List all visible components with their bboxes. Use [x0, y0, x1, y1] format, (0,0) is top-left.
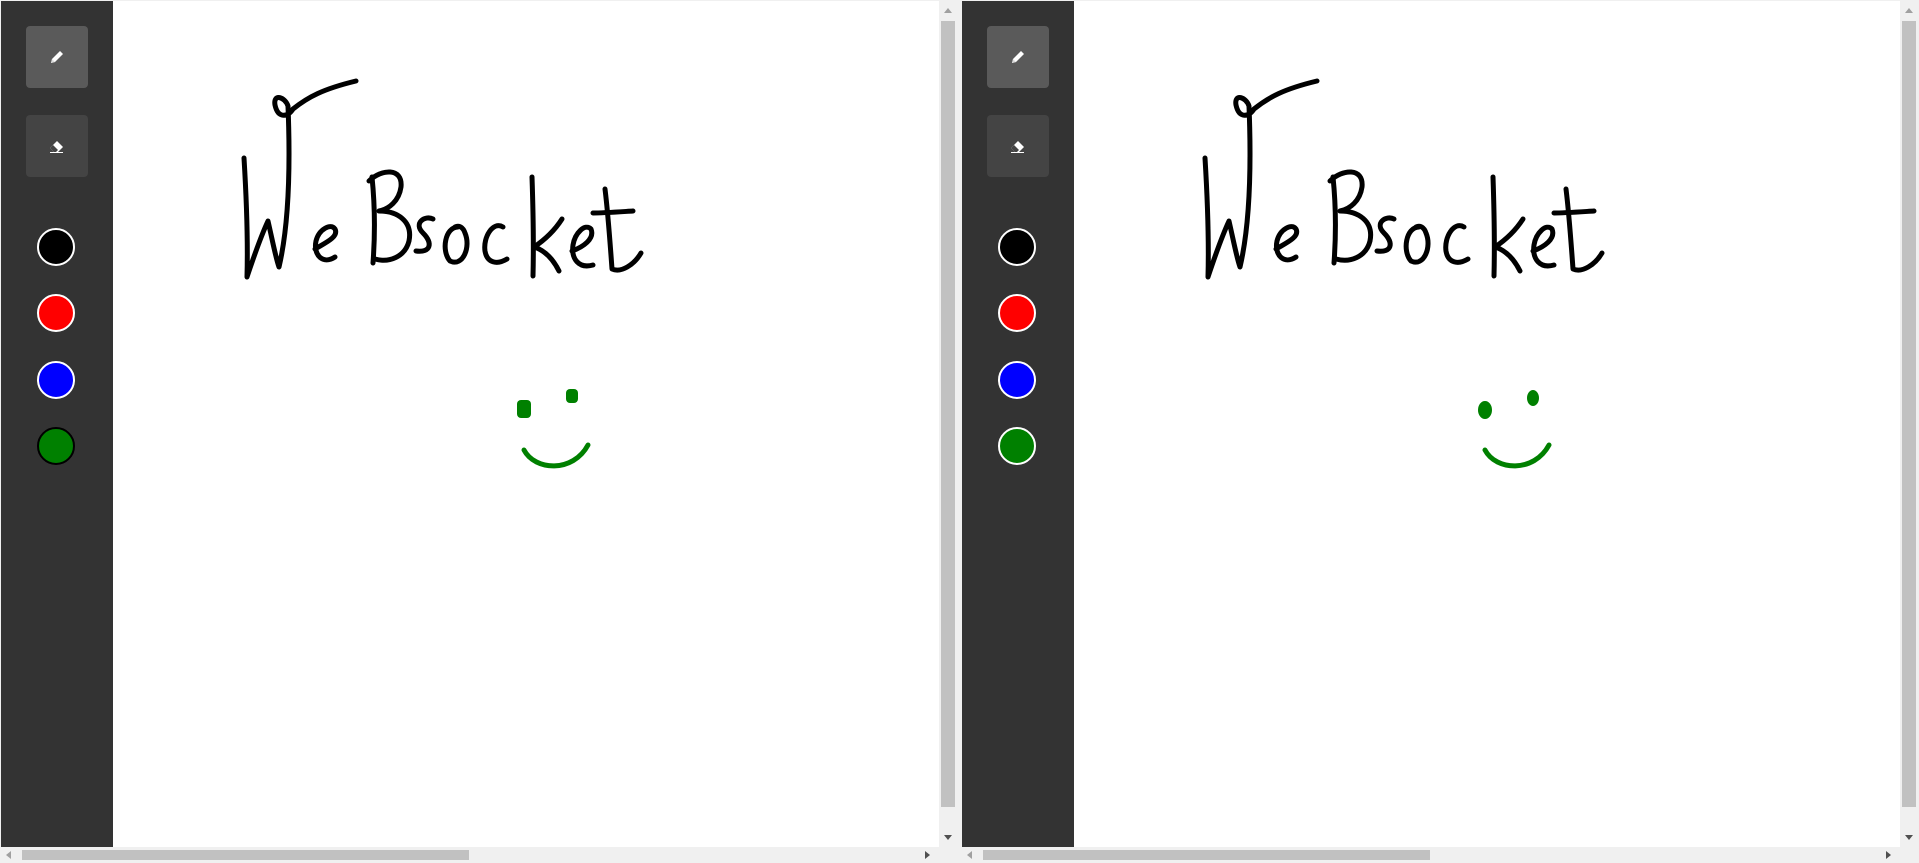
- horizontal-scrollbar[interactable]: [961, 847, 1918, 863]
- toolbar: [962, 1, 1074, 847]
- color-swatch-green[interactable]: [998, 427, 1036, 465]
- drawing-canvas[interactable]: [113, 1, 939, 847]
- eraser-icon: [1011, 141, 1024, 153]
- pencil-icon: [51, 51, 63, 63]
- horizontal-scroll-thumb[interactable]: [983, 850, 1430, 860]
- color-swatch-red[interactable]: [37, 294, 75, 332]
- color-swatch-blue[interactable]: [37, 361, 75, 399]
- eraser-tool-button[interactable]: [987, 115, 1049, 177]
- pencil-tool-button[interactable]: [987, 26, 1049, 88]
- handwriting-websocket: [1202, 78, 1605, 280]
- toolbar: [1, 1, 113, 847]
- vertical-scrollbar[interactable]: [1900, 1, 1918, 847]
- scroll-up-arrow-icon[interactable]: [944, 8, 952, 13]
- vertical-scroll-thumb[interactable]: [941, 21, 955, 807]
- horizontal-scrollbar[interactable]: [0, 847, 957, 863]
- smiley-drawing: [1478, 390, 1552, 469]
- vertical-scroll-thumb[interactable]: [1902, 21, 1916, 807]
- scroll-right-arrow-icon[interactable]: [925, 851, 930, 859]
- vertical-scrollbar[interactable]: [939, 1, 957, 847]
- whiteboard-window-right: [961, 0, 1918, 863]
- color-swatch-green[interactable]: [37, 427, 75, 465]
- color-swatch-black[interactable]: [37, 228, 75, 266]
- color-swatch-blue[interactable]: [998, 361, 1036, 399]
- eraser-icon: [50, 141, 63, 153]
- smiley-drawing: [517, 389, 591, 469]
- handwriting-websocket: [241, 78, 644, 280]
- scroll-left-arrow-icon[interactable]: [967, 851, 972, 859]
- drawing-canvas[interactable]: [1074, 1, 1900, 847]
- scroll-left-arrow-icon[interactable]: [6, 851, 11, 859]
- pencil-tool-button[interactable]: [26, 26, 88, 88]
- scroll-right-arrow-icon[interactable]: [1886, 851, 1891, 859]
- color-swatch-black[interactable]: [998, 228, 1036, 266]
- pencil-icon: [1012, 51, 1024, 63]
- color-swatch-red[interactable]: [998, 294, 1036, 332]
- scroll-down-arrow-icon[interactable]: [944, 835, 952, 840]
- scroll-down-arrow-icon[interactable]: [1905, 835, 1913, 840]
- horizontal-scroll-thumb[interactable]: [22, 850, 469, 860]
- scroll-up-arrow-icon[interactable]: [1905, 8, 1913, 13]
- eraser-tool-button[interactable]: [26, 115, 88, 177]
- whiteboard-window-left: [0, 0, 957, 863]
